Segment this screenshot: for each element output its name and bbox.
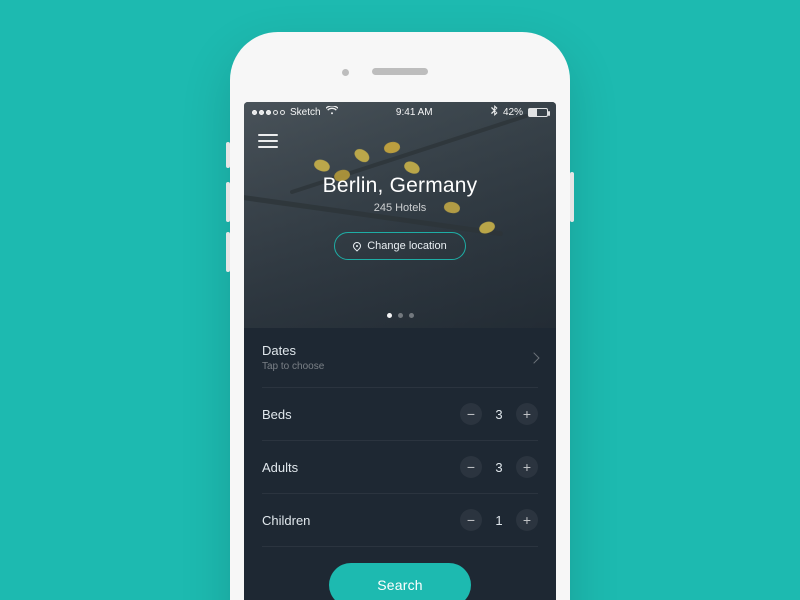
- page-indicator[interactable]: [244, 313, 556, 318]
- signal-dots-icon: [252, 110, 285, 115]
- phone-side-button: [226, 142, 230, 168]
- wifi-icon: [326, 106, 338, 118]
- status-left: Sketch: [252, 106, 338, 118]
- search-wrap: Search: [262, 547, 538, 600]
- phone-side-button: [226, 232, 230, 272]
- phone-camera: [342, 69, 349, 76]
- children-decrement-button[interactable]: −: [460, 509, 482, 531]
- phone-side-button: [226, 182, 230, 222]
- beds-value: 3: [492, 407, 506, 422]
- battery-pct: 42%: [503, 107, 523, 118]
- dates-hint: Tap to choose: [262, 361, 324, 372]
- app-screen: Sketch 9:41 AM 42%: [244, 102, 556, 600]
- children-value: 1: [492, 513, 506, 528]
- adults-decrement-button[interactable]: −: [460, 456, 482, 478]
- menu-button[interactable]: [258, 134, 278, 148]
- adults-row: Adults − 3 +: [262, 441, 538, 494]
- location-subtitle: 245 Hotels: [244, 202, 556, 214]
- bluetooth-icon: [491, 105, 498, 119]
- chevron-right-icon: [528, 352, 539, 363]
- status-bar: Sketch 9:41 AM 42%: [244, 102, 556, 122]
- page-dot[interactable]: [387, 313, 392, 318]
- children-increment-button[interactable]: +: [516, 509, 538, 531]
- dates-text: Dates Tap to choose: [262, 343, 324, 372]
- dates-row[interactable]: Dates Tap to choose: [262, 328, 538, 388]
- phone-frame: Sketch 9:41 AM 42%: [230, 32, 570, 600]
- search-panel: Dates Tap to choose Beds − 3 + Adults − …: [244, 328, 556, 600]
- children-stepper: − 1 +: [460, 509, 538, 531]
- dates-label: Dates: [262, 343, 324, 358]
- status-right: 42%: [491, 105, 548, 119]
- search-button[interactable]: Search: [329, 563, 471, 600]
- beds-decrement-button[interactable]: −: [460, 403, 482, 425]
- change-location-label: Change location: [367, 240, 447, 252]
- page-dot[interactable]: [398, 313, 403, 318]
- phone-side-button: [570, 172, 574, 222]
- beds-label: Beds: [262, 407, 292, 422]
- location-title: Berlin, Germany: [244, 174, 556, 198]
- hero: Berlin, Germany 245 Hotels Change locati…: [244, 102, 556, 328]
- battery-icon: [528, 108, 548, 117]
- pin-icon: [352, 240, 363, 251]
- carrier-label: Sketch: [290, 107, 321, 118]
- adults-value: 3: [492, 460, 506, 475]
- adults-label: Adults: [262, 460, 298, 475]
- adults-stepper: − 3 +: [460, 456, 538, 478]
- adults-increment-button[interactable]: +: [516, 456, 538, 478]
- beds-row: Beds − 3 +: [262, 388, 538, 441]
- children-row: Children − 1 +: [262, 494, 538, 547]
- page-dot[interactable]: [409, 313, 414, 318]
- beds-increment-button[interactable]: +: [516, 403, 538, 425]
- children-label: Children: [262, 513, 310, 528]
- hero-content: Berlin, Germany 245 Hotels Change locati…: [244, 122, 556, 260]
- change-location-button[interactable]: Change location: [334, 232, 466, 260]
- phone-speaker: [372, 68, 428, 75]
- beds-stepper: − 3 +: [460, 403, 538, 425]
- clock: 9:41 AM: [396, 107, 433, 118]
